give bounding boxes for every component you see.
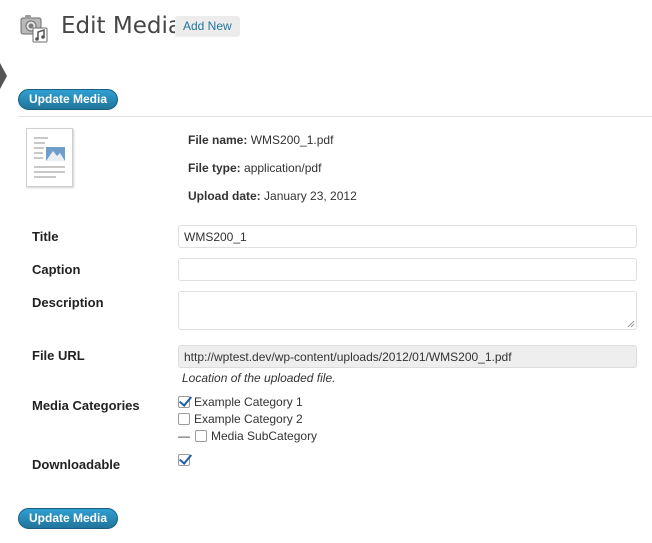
file-url-label: File URL — [32, 348, 85, 363]
caption-label: Caption — [32, 262, 81, 277]
file-name-row: File name: WMS200_1.pdf — [188, 133, 333, 147]
file-name-value: WMS200_1.pdf — [250, 133, 334, 147]
downloadable-label: Downloadable — [32, 457, 121, 472]
category-item[interactable]: Example Category 1 — [178, 395, 303, 409]
caption-input[interactable] — [178, 258, 637, 281]
file-url-input[interactable] — [178, 345, 637, 368]
upload-date-label: Upload date: — [188, 189, 261, 203]
menu-pointer-arrow — [0, 63, 7, 89]
media-library-icon — [19, 12, 51, 44]
category-checkbox[interactable] — [195, 430, 207, 442]
category-label: Example Category 1 — [194, 395, 303, 409]
update-media-button-bottom[interactable]: Update Media — [18, 508, 119, 529]
description-label: Description — [32, 295, 104, 310]
file-type-row: File type: application/pdf — [188, 161, 321, 175]
divider — [18, 116, 652, 117]
file-url-description: Location of the uploaded file. — [182, 371, 336, 385]
description-textarea[interactable] — [178, 291, 637, 330]
update-media-button-top[interactable]: Update Media — [18, 89, 119, 110]
pdf-thumbnail — [26, 128, 73, 187]
category-item[interactable]: Example Category 2 — [178, 412, 303, 426]
file-type-value: application/pdf — [244, 161, 322, 175]
upload-date-value: January 23, 2012 — [264, 189, 357, 203]
subcategory-item[interactable]: — Media SubCategory — [178, 429, 317, 443]
file-type-label: File type: — [188, 161, 241, 175]
file-name-label: File name: — [188, 133, 248, 147]
upload-date-row: Upload date: January 23, 2012 — [188, 189, 357, 203]
category-checkbox[interactable] — [178, 413, 190, 425]
page-title: Edit Media — [61, 13, 182, 39]
add-new-button[interactable]: Add New — [175, 16, 240, 37]
downloadable-checkbox[interactable] — [178, 454, 190, 466]
category-label: Example Category 2 — [194, 412, 303, 426]
subcategory-dash: — — [178, 429, 190, 443]
title-label: Title — [32, 229, 59, 244]
resize-grip-icon[interactable] — [627, 320, 635, 328]
category-checkbox[interactable] — [178, 396, 190, 408]
media-categories-label: Media Categories — [32, 398, 140, 413]
downloadable-item[interactable] — [178, 454, 194, 466]
title-input[interactable] — [178, 225, 637, 248]
category-label: Media SubCategory — [211, 429, 318, 443]
